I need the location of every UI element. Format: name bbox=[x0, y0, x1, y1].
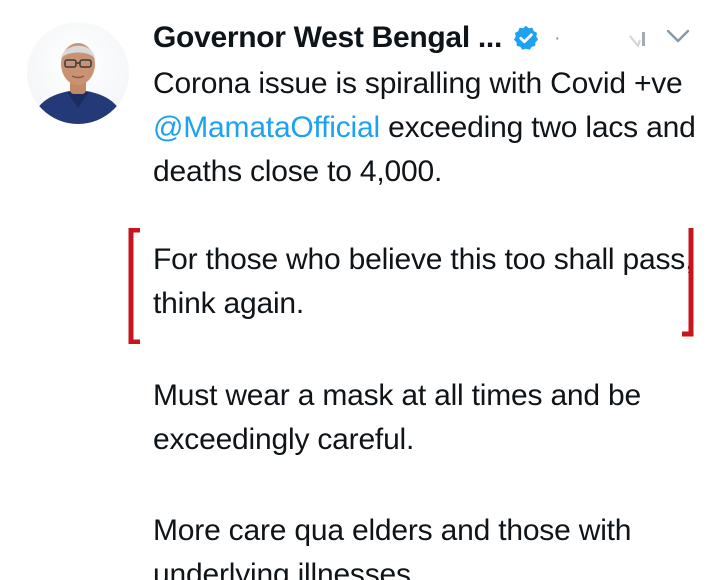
avatar-photo bbox=[27, 22, 129, 124]
author-name[interactable]: Governor West Bengal ... bbox=[153, 21, 502, 55]
tweet-paragraph-3: Must wear a mask at all times and be exc… bbox=[153, 379, 642, 456]
tweet-paragraph-1: Corona issue is spiralling with Covid +v… bbox=[153, 62, 698, 194]
red-bracket-right bbox=[682, 228, 694, 337]
tweet-paragraph-2: For those who believe this too shall pas… bbox=[153, 243, 694, 320]
paragraph-text: Corona issue is spiralling with Covid +v… bbox=[153, 67, 683, 100]
avatar[interactable] bbox=[27, 22, 129, 124]
tweet-card: Governor West Bengal ... · Corona issue … bbox=[0, 0, 720, 580]
tweet-header: Governor West Bengal ... · bbox=[153, 16, 561, 60]
tweet-paragraph-4: More care qua elders and those with unde… bbox=[153, 514, 632, 580]
faint-overlay-icon bbox=[624, 26, 652, 54]
chevron-down-icon[interactable] bbox=[664, 24, 692, 48]
mention-link[interactable]: @MamataOfficial bbox=[153, 111, 380, 144]
separator-dot: · bbox=[554, 26, 561, 49]
verified-badge-icon bbox=[512, 24, 540, 52]
red-bracket-left bbox=[128, 228, 140, 344]
